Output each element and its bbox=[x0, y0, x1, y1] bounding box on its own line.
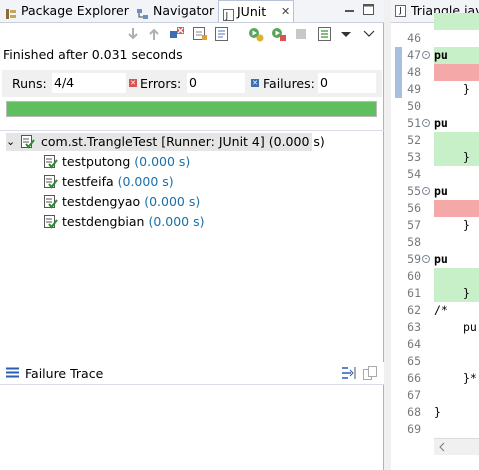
tab-junit[interactable]: J JUnit ✕ bbox=[218, 0, 294, 22]
fold-icon[interactable]: - bbox=[422, 187, 430, 195]
code-line: 63 pu bbox=[407, 320, 477, 334]
history-icon[interactable] bbox=[213, 25, 231, 43]
error-icon: ✕ bbox=[129, 79, 137, 87]
package-explorer-icon bbox=[5, 5, 17, 19]
code-line: 52 bbox=[407, 133, 421, 147]
failures-label: Failures: bbox=[263, 76, 315, 91]
test-label: testputong (0.000 s) bbox=[62, 154, 191, 169]
tab-package-explorer-label: Package Explorer bbox=[21, 3, 129, 18]
code-editor: J Triangle.java 46 47-pu 48 49} 50 51-pu… bbox=[391, 0, 479, 470]
counter-panel: Runs: 4/4 ✕ Errors: 0 ✕ Failures: 0 bbox=[2, 70, 382, 97]
next-failure-icon[interactable] bbox=[124, 25, 142, 43]
junit-icon: J bbox=[223, 6, 235, 22]
code-line: 51- pu bbox=[407, 116, 448, 130]
errors-value: 0 bbox=[187, 73, 245, 93]
code-line: 47- pu bbox=[407, 48, 448, 62]
code-line: 50 bbox=[407, 99, 421, 113]
code-line: 54 bbox=[407, 167, 421, 181]
tree-root-testclass[interactable]: ⌄ com.st.TrangleTest [Runner: JUnit 4] (… bbox=[6, 133, 325, 151]
scroll-left-icon[interactable] bbox=[436, 440, 448, 454]
close-icon[interactable]: ✕ bbox=[281, 1, 290, 23]
rerun-failed-first-icon[interactable] bbox=[270, 25, 288, 43]
java-file-icon: J bbox=[395, 5, 406, 17]
tab-navigator-label: Navigator bbox=[153, 3, 215, 18]
failure-icon: ✕ bbox=[251, 79, 259, 87]
rerun-test-icon[interactable] bbox=[247, 25, 265, 43]
view-tab-bar: Package Explorer Navigator J JUnit ✕ bbox=[0, 0, 384, 23]
code-line: 46 bbox=[407, 31, 421, 45]
tab-navigator[interactable]: Navigator bbox=[137, 0, 217, 22]
coverage-covered bbox=[434, 13, 479, 30]
test-label: testdengbian (0.000 s) bbox=[62, 214, 205, 229]
horizontal-scrollbar[interactable] bbox=[434, 438, 479, 455]
previous-failure-icon[interactable] bbox=[145, 25, 163, 43]
code-line: 64 bbox=[407, 337, 421, 351]
code-line: 68} bbox=[407, 405, 441, 419]
test-suite-passed-icon bbox=[21, 135, 35, 149]
tree-root-label: com.st.TrangleTest [Runner: JUnit 4] (0.… bbox=[41, 134, 325, 149]
runs-label: Runs: bbox=[12, 76, 47, 91]
code-line: 67 bbox=[407, 388, 421, 402]
progress-bar bbox=[6, 101, 377, 117]
svg-text:J: J bbox=[225, 12, 229, 22]
test-label: testfeifa (0.000 s) bbox=[62, 174, 174, 189]
junit-view: Package Explorer Navigator J JUnit ✕ Fin… bbox=[0, 0, 384, 470]
expand-chevron-icon[interactable]: ⌄ bbox=[6, 133, 15, 151]
stack-trace-icon bbox=[6, 367, 19, 378]
code-line: 69 bbox=[407, 422, 421, 436]
code-line: 59- pu bbox=[407, 252, 448, 266]
test-run-history-icon[interactable] bbox=[316, 25, 334, 43]
history-dropdown-icon[interactable] bbox=[337, 25, 355, 43]
test-passed-icon bbox=[44, 175, 58, 189]
failure-trace-label: Failure Trace bbox=[25, 366, 104, 381]
scroll-lock-icon[interactable] bbox=[191, 25, 209, 43]
test-passed-icon bbox=[44, 195, 58, 209]
code-line: 66}* bbox=[407, 371, 477, 385]
fold-icon[interactable]: - bbox=[422, 119, 430, 127]
code-line: 55- pu bbox=[407, 184, 448, 198]
tab-package-explorer[interactable]: Package Explorer bbox=[5, 0, 130, 22]
code-line: 65 bbox=[407, 354, 421, 368]
code-line: 62/* bbox=[407, 303, 448, 317]
test-label: testdengyao (0.000 s) bbox=[62, 194, 201, 209]
filter-stack-icon[interactable] bbox=[341, 365, 357, 381]
fold-icon[interactable]: - bbox=[422, 51, 430, 59]
navigator-icon bbox=[137, 5, 149, 19]
junit-toolbar bbox=[0, 23, 384, 45]
compare-result-icon[interactable] bbox=[362, 365, 378, 381]
tab-junit-label: JUnit bbox=[237, 4, 267, 19]
code-line: 48 bbox=[407, 65, 421, 79]
stop-icon[interactable] bbox=[292, 25, 310, 43]
code-line: 49} bbox=[407, 82, 470, 96]
progress-fill bbox=[7, 102, 376, 116]
failures-value: 0 bbox=[318, 73, 376, 93]
show-failures-only-icon[interactable] bbox=[168, 25, 186, 43]
code-line: 61} bbox=[407, 286, 470, 300]
minimize-icon[interactable] bbox=[344, 5, 356, 20]
code-line: 57} bbox=[407, 218, 470, 232]
errors-label: Errors: bbox=[140, 76, 182, 91]
failure-trace-header: Failure Trace bbox=[0, 362, 384, 385]
code-line: 60 bbox=[407, 269, 421, 283]
runs-value: 4/4 bbox=[52, 73, 126, 93]
code-line: 58 bbox=[407, 235, 421, 249]
view-menu-icon[interactable] bbox=[360, 25, 378, 43]
maximize-icon[interactable] bbox=[362, 3, 376, 20]
fold-icon[interactable]: - bbox=[422, 255, 430, 263]
code-line: 53} bbox=[407, 150, 470, 164]
test-passed-icon bbox=[44, 155, 58, 169]
finished-status: Finished after 0.031 seconds bbox=[3, 47, 183, 62]
code-line: 56 bbox=[407, 201, 421, 215]
test-passed-icon bbox=[44, 215, 58, 229]
